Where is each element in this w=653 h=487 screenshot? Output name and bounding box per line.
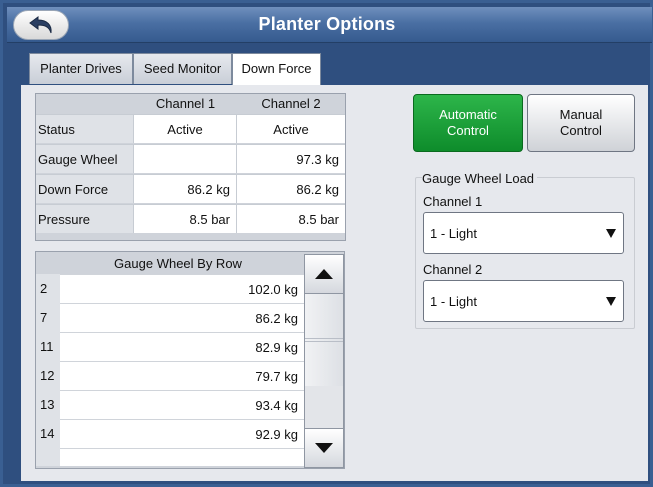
- down-force-channel-2: 86.2 kg: [237, 174, 345, 203]
- gauge-wheel-channel-2: 97.3 kg: [237, 144, 345, 173]
- row-value: 102.0 kg: [60, 274, 304, 303]
- gauge-wheel-load-group: Gauge Wheel Load Channel 1 1 - Light Cha…: [415, 171, 635, 329]
- row-value: 86.2 kg: [60, 303, 304, 332]
- manual-control-label: Manual Control: [559, 107, 603, 138]
- row-number: 13: [36, 390, 60, 419]
- scrollbar-track[interactable]: [304, 294, 344, 428]
- scroll-down-button[interactable]: [304, 428, 344, 468]
- down-force-channel-1: 86.2 kg: [134, 174, 237, 203]
- channel-status-table: Channel 1 Channel 2 Status Active Active…: [35, 93, 346, 241]
- row-number: 14: [36, 419, 60, 448]
- row-number: 2: [36, 274, 60, 303]
- triangle-down-icon: [315, 443, 333, 453]
- tab-down-force[interactable]: Down Force: [232, 53, 321, 86]
- down-force-panel: Channel 1 Channel 2 Status Active Active…: [21, 85, 648, 481]
- table-row: 7 86.2 kg: [36, 303, 304, 332]
- gauge-wheel-load-title: Gauge Wheel Load: [422, 171, 538, 186]
- tab-bar: Planter Drives Seed Monitor Down Force: [7, 53, 652, 86]
- grip-lines-icon: [305, 338, 343, 342]
- column-header-channel-1: Channel 1: [155, 96, 216, 111]
- channel-2-value: 1 - Light: [430, 294, 477, 309]
- table-row: 13 93.4 kg: [36, 390, 304, 419]
- table-row: 2 102.0 kg: [36, 274, 304, 303]
- pressure-channel-2: 8.5 bar: [237, 204, 345, 233]
- triangle-up-icon: [315, 269, 333, 279]
- row-value: 92.9 kg: [60, 419, 304, 448]
- channel-1-value: 1 - Light: [430, 226, 477, 241]
- tab-seed-monitor[interactable]: Seed Monitor: [133, 53, 232, 84]
- back-button[interactable]: [13, 10, 69, 40]
- row-label-gauge-wheel: Gauge Wheel: [36, 144, 134, 173]
- table-row: 14 92.9 kg: [36, 419, 304, 448]
- table-row-partial: [36, 448, 304, 466]
- gauge-wheel-by-row-table: Gauge Wheel By Row 2 102.0 kg 7 86.2 kg …: [35, 251, 345, 469]
- row-value: 79.7 kg: [60, 361, 304, 390]
- tab-planter-drives[interactable]: Planter Drives: [29, 53, 133, 84]
- manual-control-button[interactable]: Manual Control: [527, 94, 635, 152]
- scrollbar-thumb[interactable]: [305, 294, 343, 386]
- channel-1-select[interactable]: 1 - Light: [423, 212, 624, 254]
- page-title: Planter Options: [258, 14, 396, 34]
- row-table-title: Gauge Wheel By Row: [114, 256, 242, 271]
- row-number-partial: [36, 448, 60, 466]
- column-header-channel-2: Channel 2: [261, 96, 321, 111]
- back-arrow-icon: [29, 16, 52, 34]
- automatic-control-label: Automatic Control: [439, 107, 497, 138]
- table-row: 11 82.9 kg: [36, 332, 304, 361]
- dropdown-arrow-icon: [606, 297, 616, 306]
- status-channel-1: Active: [134, 114, 237, 143]
- row-number: 12: [36, 361, 60, 390]
- channel-1-label: Channel 1: [423, 194, 483, 209]
- row-value-partial: [60, 448, 304, 466]
- row-label-pressure: Pressure: [36, 204, 134, 233]
- row-number: 7: [36, 303, 60, 332]
- title-bar: Planter Options: [7, 7, 652, 43]
- table-row: 12 79.7 kg: [36, 361, 304, 390]
- pressure-channel-1: 8.5 bar: [134, 204, 237, 233]
- gauge-wheel-channel-1: [134, 144, 237, 173]
- channel-2-select[interactable]: 1 - Light: [423, 280, 624, 322]
- dropdown-arrow-icon: [606, 229, 616, 238]
- scroll-up-button[interactable]: [304, 254, 344, 294]
- row-number: 11: [36, 332, 60, 361]
- automatic-control-button[interactable]: Automatic Control: [413, 94, 523, 152]
- row-label-status: Status: [36, 114, 134, 143]
- row-value: 93.4 kg: [60, 390, 304, 419]
- channel-2-label: Channel 2: [423, 262, 483, 277]
- app-window: Planter Options Planter Drives Seed Moni…: [0, 0, 653, 487]
- row-value: 82.9 kg: [60, 332, 304, 361]
- row-label-down-force: Down Force: [36, 174, 134, 203]
- status-channel-2: Active: [237, 114, 345, 143]
